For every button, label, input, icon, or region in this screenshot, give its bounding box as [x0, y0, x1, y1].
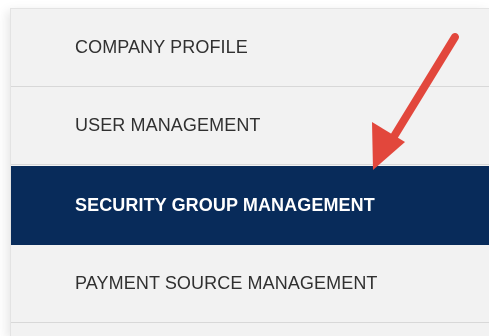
menu-item-company-profile[interactable]: COMPANY PROFILE: [11, 9, 489, 87]
settings-menu: COMPANY PROFILE USER MANAGEMENT SECURITY…: [10, 8, 489, 336]
menu-item-payment-source-management[interactable]: PAYMENT SOURCE MANAGEMENT: [11, 245, 489, 323]
screenshot-frame: COMPANY PROFILE USER MANAGEMENT SECURITY…: [0, 0, 489, 336]
menu-item-partial[interactable]: [11, 323, 489, 336]
menu-item-user-management[interactable]: USER MANAGEMENT: [11, 87, 489, 165]
menu-item-security-group-management[interactable]: SECURITY GROUP MANAGEMENT: [11, 166, 489, 245]
